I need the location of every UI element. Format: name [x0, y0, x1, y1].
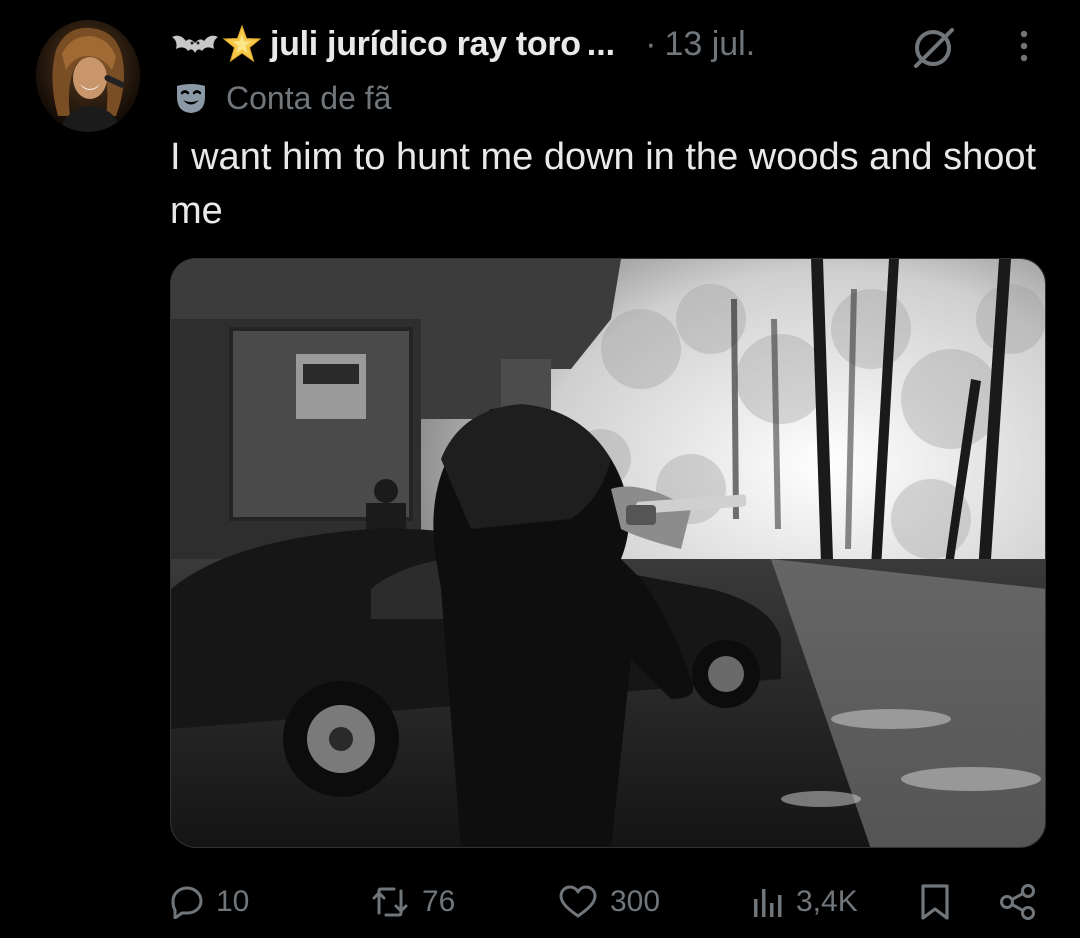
- performing-arts-mask-icon: [174, 81, 208, 115]
- bookmark-icon: [921, 884, 949, 920]
- grok-icon[interactable]: [908, 24, 954, 68]
- share-icon: [1000, 884, 1035, 920]
- name-truncation: ...: [586, 24, 616, 63]
- avatar-photo: [36, 20, 140, 132]
- bat-emoji-icon: [170, 29, 220, 59]
- like-button[interactable]: 300: [558, 878, 660, 926]
- bookmark-button[interactable]: [918, 878, 952, 926]
- like-count: 300: [610, 885, 661, 918]
- reply-button[interactable]: 10: [170, 878, 249, 926]
- glowing-star-icon: [222, 24, 262, 64]
- repost-button[interactable]: 76: [370, 878, 455, 926]
- views-bar-chart-icon: [754, 889, 782, 917]
- post-text: I want him to hunt me down in the woods …: [170, 136, 1037, 232]
- photo-image: [171, 259, 1045, 847]
- reply-count: 10: [216, 885, 250, 918]
- heart-icon: [559, 885, 597, 918]
- post-media-photo[interactable]: [170, 258, 1046, 848]
- fan-account-label: Conta de fã: [226, 79, 392, 116]
- repost-count: 76: [422, 885, 456, 918]
- views-count: 3,4K: [796, 885, 858, 918]
- author-display-name[interactable]: juli jurídico ray toro: [270, 25, 581, 64]
- avatar[interactable]: [36, 20, 140, 132]
- repost-icon: [372, 887, 408, 917]
- post-action-bar: 10 76 300 3,4K: [170, 878, 1050, 926]
- post-date[interactable]: 13 jul.: [664, 25, 755, 64]
- account-badge: Conta de fã: [174, 78, 391, 118]
- views-button[interactable]: 3,4K: [750, 878, 858, 926]
- share-button[interactable]: [998, 878, 1038, 926]
- separator-dot: ·: [645, 24, 657, 63]
- reply-icon: [171, 886, 203, 919]
- more-vertical-icon[interactable]: [1012, 28, 1036, 64]
